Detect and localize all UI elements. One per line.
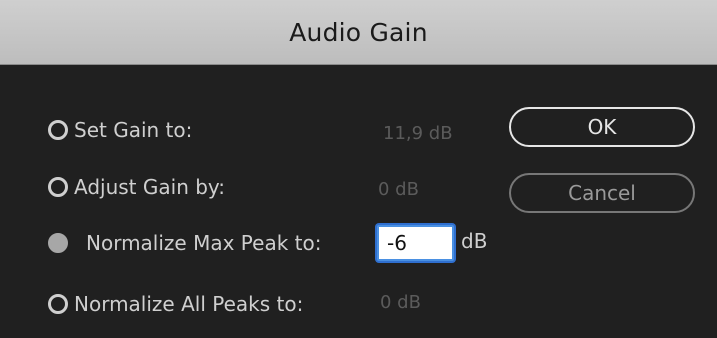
normalize-max-peak-unit: dB bbox=[461, 229, 488, 253]
normalize-all-peaks-label: Normalize All Peaks to: bbox=[74, 292, 304, 316]
audio-gain-dialog: Audio Gain Set Gain to: 11,9 dB Adjust G… bbox=[0, 0, 717, 338]
normalize-all-peaks-radio[interactable] bbox=[48, 294, 68, 314]
adjust-gain-radio[interactable] bbox=[48, 177, 68, 197]
normalize-all-peaks-value[interactable]: 0 dB bbox=[380, 292, 421, 313]
normalize-max-peak-radio[interactable] bbox=[48, 233, 68, 253]
set-gain-radio[interactable] bbox=[48, 120, 68, 140]
normalize-max-peak-input[interactable]: -6 bbox=[377, 225, 454, 261]
cancel-button[interactable]: Cancel bbox=[509, 173, 695, 213]
normalize-max-peak-label: Normalize Max Peak to: bbox=[86, 231, 322, 255]
set-gain-option[interactable]: Set Gain to: bbox=[48, 112, 192, 148]
adjust-gain-value[interactable]: 0 dB bbox=[378, 179, 419, 200]
set-gain-label: Set Gain to: bbox=[74, 118, 193, 142]
normalize-all-peaks-option[interactable]: Normalize All Peaks to: bbox=[48, 286, 303, 322]
dialog-title: Audio Gain bbox=[289, 17, 428, 47]
adjust-gain-label: Adjust Gain by: bbox=[74, 175, 226, 199]
ok-button[interactable]: OK bbox=[509, 107, 695, 147]
dialog-title-bar: Audio Gain bbox=[0, 0, 717, 65]
normalize-max-peak-option[interactable]: Normalize Max Peak to: bbox=[48, 225, 321, 261]
set-gain-value[interactable]: 11,9 dB bbox=[383, 123, 453, 144]
adjust-gain-option[interactable]: Adjust Gain by: bbox=[48, 169, 225, 205]
